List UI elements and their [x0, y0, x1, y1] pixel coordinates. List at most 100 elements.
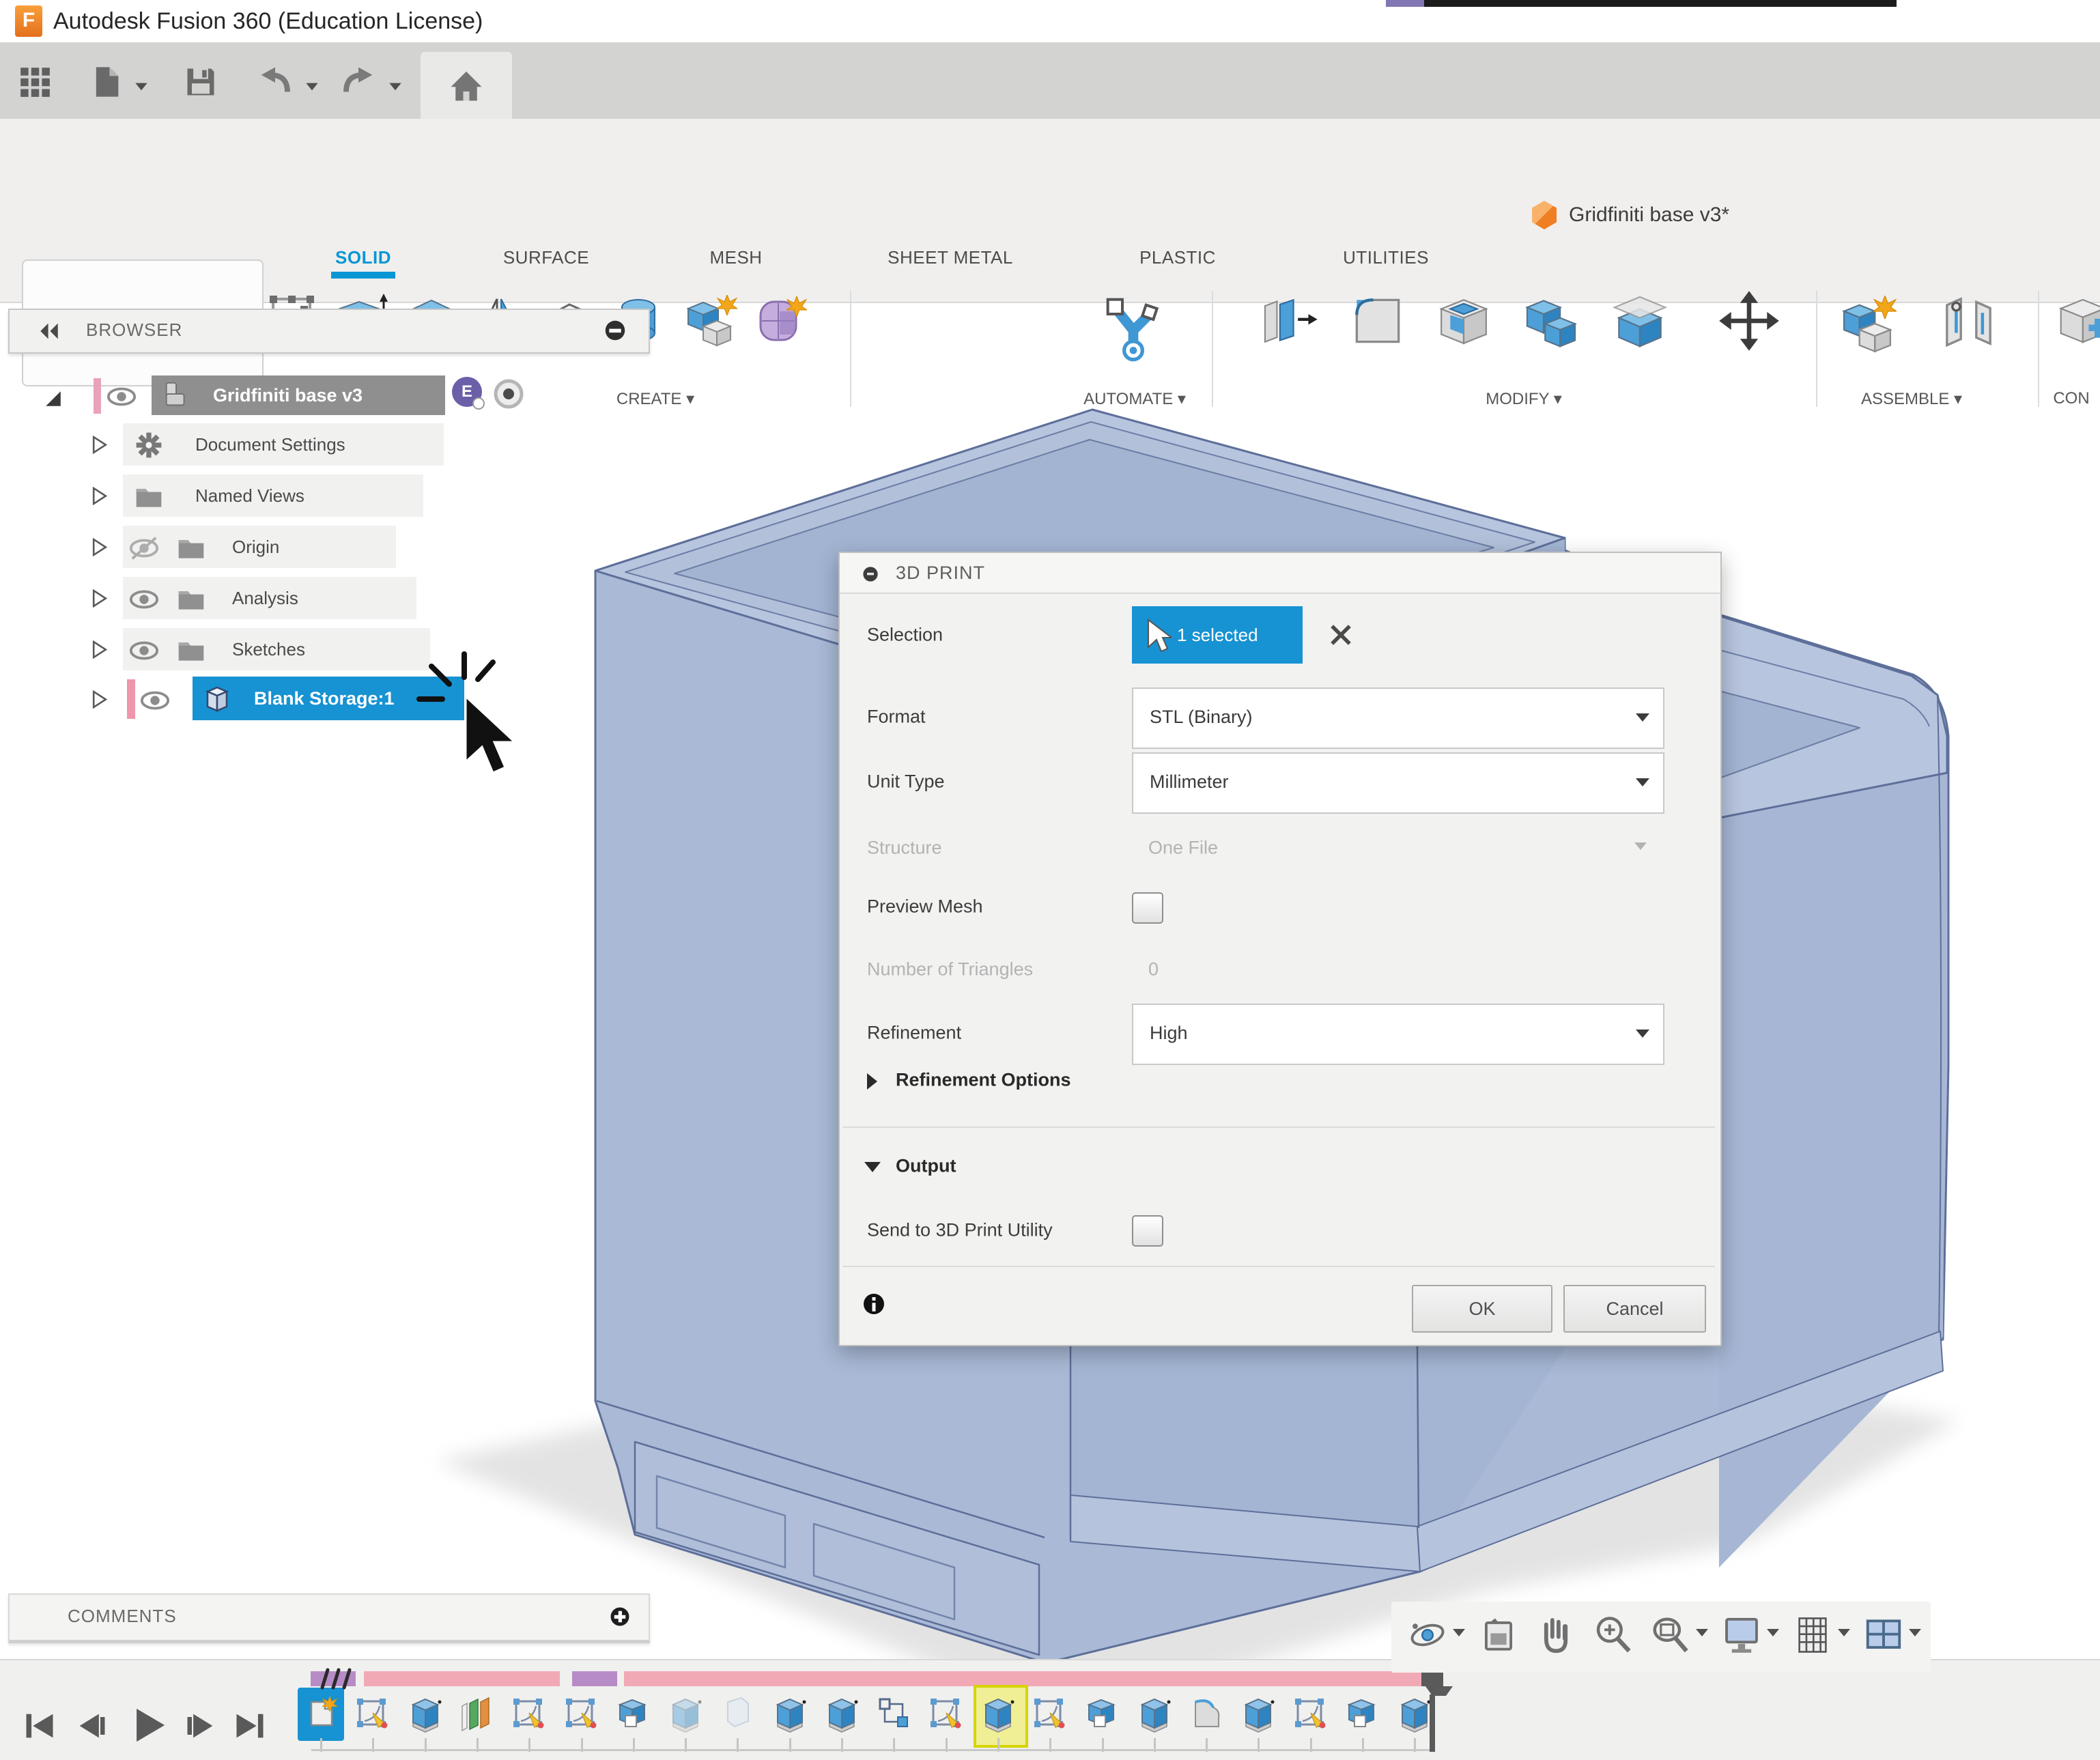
- collapse-panel-icon: [40, 324, 58, 339]
- timeline-feature-extrude[interactable]: [1239, 1692, 1277, 1734]
- undo-caret-icon: [306, 83, 317, 91]
- timeline-go-end-button[interactable]: [232, 1708, 268, 1744]
- viewports-button[interactable]: [1862, 1614, 1905, 1656]
- timeline-feature-sketch[interactable]: [1031, 1692, 1069, 1734]
- visibility-eye-icon[interactable]: [139, 685, 171, 716]
- timeline-step-back-button[interactable]: [74, 1708, 109, 1744]
- tab-mesh[interactable]: MESH: [709, 247, 762, 268]
- section-collapsed-icon[interactable]: [867, 1073, 877, 1090]
- timeline-feature-slabs[interactable]: [458, 1692, 496, 1734]
- unit-type-dropdown[interactable]: Millimeter: [1132, 752, 1664, 814]
- section-expanded-icon[interactable]: [864, 1162, 881, 1172]
- tab-solid[interactable]: SOLID: [335, 247, 391, 268]
- viewports-caret-icon[interactable]: [1909, 1629, 1921, 1636]
- zoom-button[interactable]: [1592, 1614, 1634, 1656]
- refinement-options-section[interactable]: Refinement Options: [896, 1070, 1071, 1091]
- output-section[interactable]: Output: [896, 1156, 956, 1177]
- cancel-button[interactable]: Cancel: [1563, 1285, 1706, 1333]
- browser-item-named-views[interactable]: Named Views: [0, 474, 683, 517]
- timeline-feature-extrude[interactable]: [979, 1692, 1017, 1734]
- fit-caret-icon[interactable]: [1696, 1629, 1708, 1636]
- expand-arrow-icon[interactable]: [90, 640, 109, 659]
- selection-button[interactable]: 1 selected: [1132, 606, 1303, 664]
- browser-item-document-settings[interactable]: Document Settings: [0, 423, 683, 466]
- timeline-feature-component[interactable]: [302, 1692, 340, 1734]
- timeline-feature-sketch[interactable]: [563, 1692, 601, 1734]
- home-tab[interactable]: [421, 52, 512, 119]
- tab-sheet-metal[interactable]: SHEET METAL: [888, 247, 1013, 268]
- browser-panel-header[interactable]: BROWSER: [8, 309, 650, 354]
- expand-arrow-icon[interactable]: [90, 487, 109, 505]
- timeline-feature-extrude[interactable]: [1395, 1692, 1434, 1734]
- timeline-feature-extrude[interactable]: [406, 1692, 444, 1734]
- visibility-eye-icon[interactable]: [128, 533, 160, 564]
- refinement-label: Refinement: [867, 1023, 961, 1044]
- refinement-dropdown[interactable]: High: [1132, 1004, 1664, 1065]
- timeline-feature-sketch[interactable]: [510, 1692, 548, 1734]
- expand-arrow-icon[interactable]: [90, 538, 109, 556]
- window-title: Autodesk Fusion 360 (Education License): [53, 0, 483, 42]
- timeline-feature-combine[interactable]: [1344, 1692, 1382, 1734]
- timeline-feature-extrude[interactable]: [1135, 1692, 1174, 1734]
- visibility-eye-icon[interactable]: [128, 635, 160, 666]
- file-caret-icon: [135, 83, 147, 91]
- document-tab[interactable]: Gridfiniti base v3*: [1532, 201, 1729, 229]
- grid-caret-icon[interactable]: [1838, 1629, 1850, 1636]
- browser-item-root[interactable]: Gridfiniti base v3 E: [0, 374, 683, 418]
- timeline-group-bar-pink: [624, 1671, 1430, 1686]
- look-at-button[interactable]: [1477, 1614, 1520, 1656]
- timeline-feature-offset[interactable]: [1187, 1692, 1225, 1734]
- gear-icon: [134, 430, 164, 460]
- expand-arrow-icon[interactable]: [44, 389, 63, 408]
- tab-plastic[interactable]: PLASTIC: [1139, 247, 1216, 268]
- timeline-feature-combine[interactable]: [614, 1692, 653, 1734]
- browser-item-sketches[interactable]: Sketches: [0, 628, 683, 670]
- expand-arrow-icon[interactable]: [90, 589, 109, 608]
- preview-mesh-checkbox[interactable]: [1132, 892, 1163, 924]
- timeline-feature-sketch[interactable]: [354, 1692, 392, 1734]
- timeline-feature-link[interactable]: [875, 1692, 913, 1734]
- grid-button[interactable]: [1791, 1614, 1834, 1656]
- browser-item-blank-storage-1[interactable]: Blank Storage:1: [0, 678, 683, 720]
- expand-arrow-icon[interactable]: [90, 436, 109, 454]
- clear-selection-icon[interactable]: [1326, 620, 1356, 650]
- timeline-feature-sketch[interactable]: [1292, 1692, 1330, 1734]
- timeline-feature-extrude[interactable]: [771, 1692, 809, 1734]
- visibility-eye-icon[interactable]: [106, 381, 137, 412]
- tab-surface[interactable]: SURFACE: [503, 247, 589, 268]
- display-caret-icon[interactable]: [1767, 1629, 1779, 1636]
- timeline-feature-extrude[interactable]: [666, 1692, 705, 1734]
- expand-arrow-icon[interactable]: [90, 690, 109, 709]
- timeline-feature-extrude[interactable]: [823, 1692, 861, 1734]
- fit-button[interactable]: [1649, 1614, 1692, 1656]
- send-to-utility-checkbox[interactable]: [1132, 1215, 1163, 1247]
- orbit-button[interactable]: [1406, 1614, 1449, 1656]
- timeline-feature-combine[interactable]: [1083, 1692, 1122, 1734]
- browser-item-analysis[interactable]: Analysis: [0, 577, 683, 619]
- timeline-feature-prism[interactable]: [718, 1692, 756, 1734]
- orbit-caret-icon[interactable]: [1453, 1629, 1465, 1636]
- info-icon[interactable]: [860, 1290, 888, 1318]
- timeline-step-forward-button[interactable]: [183, 1708, 218, 1744]
- add-comment-icon[interactable]: [608, 1604, 632, 1629]
- visibility-eye-icon[interactable]: [128, 584, 160, 615]
- item-label: Blank Storage:1: [254, 677, 395, 720]
- format-dropdown[interactable]: STL (Binary): [1132, 687, 1664, 749]
- unit-type-label: Unit Type: [867, 771, 945, 793]
- item-label: Origin: [232, 526, 279, 568]
- timeline-playhead-bar[interactable]: [1430, 1694, 1435, 1752]
- activate-component-radio[interactable]: [493, 378, 524, 410]
- timeline-go-start-button[interactable]: [22, 1708, 57, 1744]
- ok-button[interactable]: OK: [1412, 1285, 1552, 1333]
- dialog-header[interactable]: 3D PRINT: [840, 553, 1720, 594]
- dialog-title: 3D PRINT: [896, 553, 985, 593]
- display-button[interactable]: [1720, 1614, 1763, 1656]
- pan-button[interactable]: [1535, 1614, 1577, 1656]
- redo-caret-icon: [389, 83, 401, 91]
- browser-item-origin[interactable]: Origin: [0, 526, 683, 568]
- timeline-play-button[interactable]: [128, 1705, 168, 1745]
- comments-panel[interactable]: COMMENTS: [8, 1593, 650, 1643]
- tab-utilities[interactable]: UTILITIES: [1343, 247, 1429, 268]
- browser-minimize-icon[interactable]: [602, 317, 628, 343]
- timeline-feature-sketch[interactable]: [927, 1692, 965, 1734]
